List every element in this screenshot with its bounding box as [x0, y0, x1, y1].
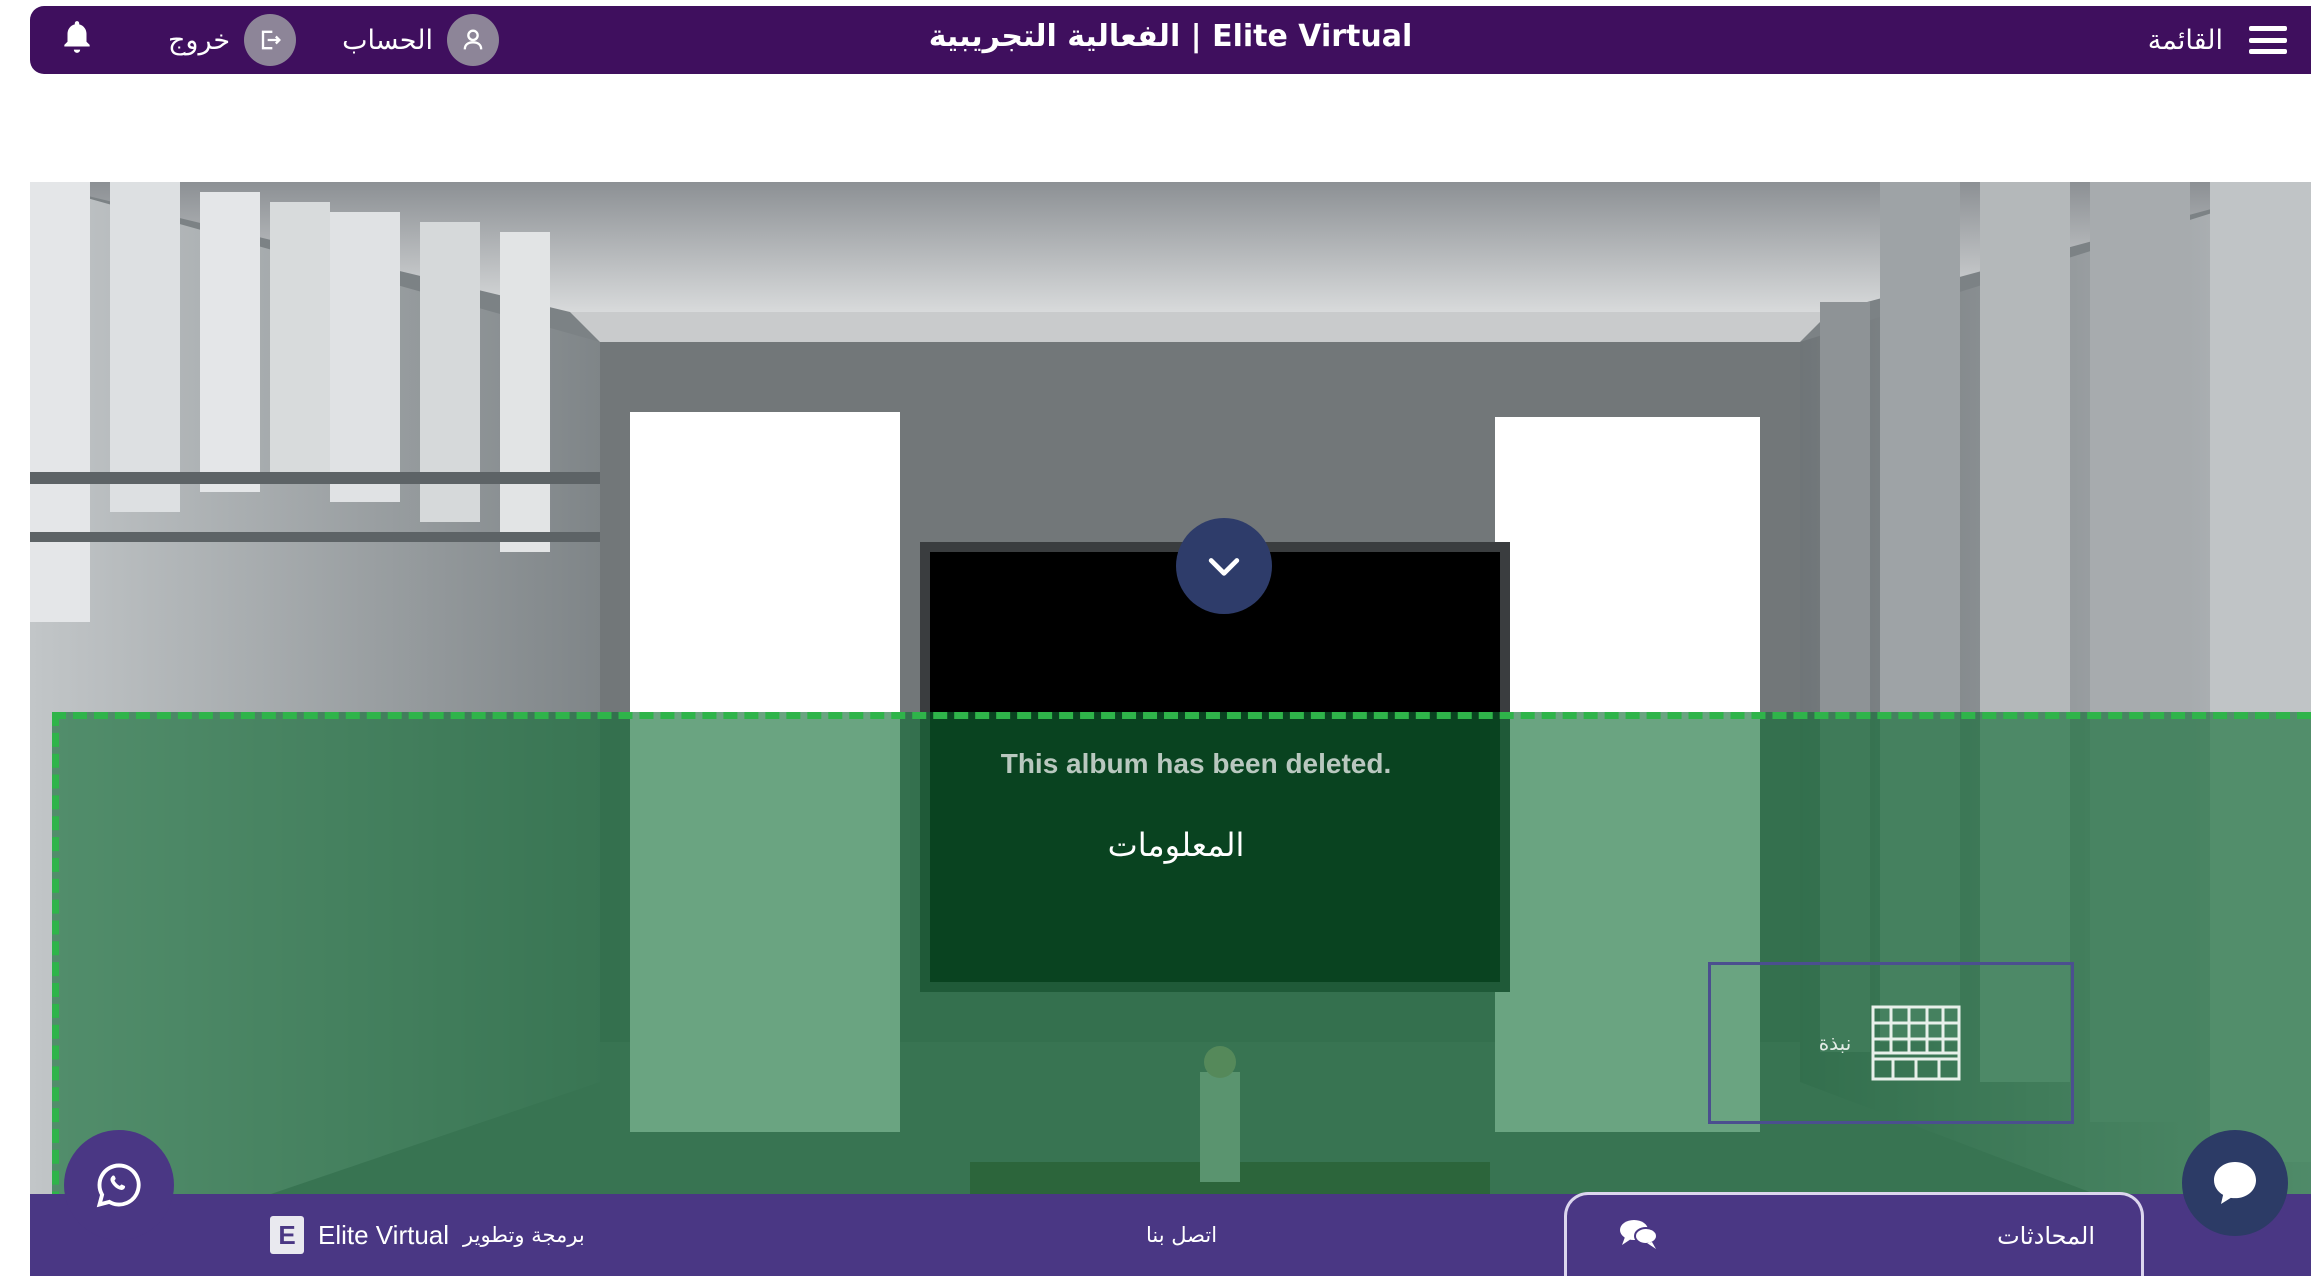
speech-bubble-icon: [2214, 1162, 2256, 1204]
menu-button[interactable]: القائمة: [2148, 6, 2287, 74]
elite-logo-icon: E: [270, 1216, 304, 1254]
hamburger-icon: [2249, 26, 2287, 54]
booth-label: نبذة: [1818, 1031, 1852, 1055]
developer-credit[interactable]: E Elite Virtual برمجة وتطوير: [270, 1194, 585, 1276]
whatsapp-icon: [96, 1163, 141, 1208]
album-deleted-message: This album has been deleted.: [1000, 748, 1392, 779]
chat-bubbles-icon: [1619, 1217, 1659, 1255]
page-title: الفعالية التجريبية | Elite Virtual: [928, 19, 1413, 54]
top-bar: خروج الحساب الفعالية التجريبية | Elite V…: [30, 6, 2311, 74]
info-button[interactable]: المعلومات: [916, 826, 1436, 864]
contact-us-link[interactable]: اتصل بنا: [1146, 1194, 1217, 1276]
brand-name: Elite Virtual: [318, 1219, 450, 1250]
chats-tab[interactable]: المحادثات: [1564, 1192, 2144, 1276]
whatsapp-button[interactable]: [64, 1130, 174, 1240]
booth-about-hotspot[interactable]: نبذة: [1708, 962, 2074, 1124]
menu-label: القائمة: [2147, 24, 2223, 56]
credit-prefix: برمجة وتطوير: [463, 1223, 585, 1247]
chevron-down-icon: [1208, 558, 1240, 576]
live-chat-button[interactable]: [2182, 1130, 2288, 1236]
chats-label: المحادثات: [1997, 1222, 2095, 1250]
building-icon: [1871, 1005, 1961, 1081]
collapse-button[interactable]: [1176, 518, 1272, 614]
